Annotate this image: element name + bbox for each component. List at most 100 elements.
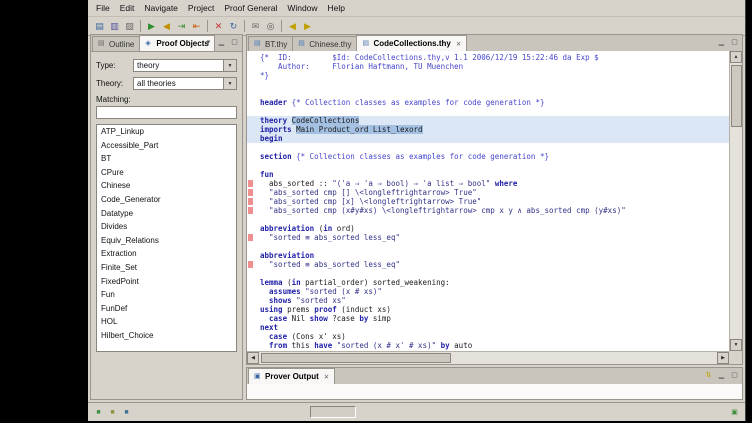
minimize-icon[interactable]: ▁ — [716, 37, 727, 48]
code-line: Author: Florian Haftmann, TU Muenchen — [247, 62, 729, 71]
pin-icon[interactable]: ⇅ — [703, 370, 714, 381]
list-item[interactable]: Hilbert_Choice — [97, 329, 236, 343]
vertical-scrollbar[interactable]: ▲ ▼ — [729, 51, 742, 351]
list-item[interactable]: Datatype — [97, 207, 236, 221]
search-icon[interactable]: ◎ — [263, 19, 278, 33]
scroll-down-icon[interactable]: ▼ — [730, 339, 742, 351]
save-icon[interactable]: ▥ — [107, 19, 122, 33]
maximize-icon[interactable]: ▢ — [729, 37, 740, 48]
code-token — [260, 314, 269, 323]
vertical-scrollbar-thumb[interactable] — [731, 65, 742, 127]
queue-state-icon[interactable]: ■ — [107, 407, 118, 418]
code-token: *} — [260, 71, 269, 80]
tab-label: Proof Objects — [156, 39, 208, 48]
scroll-right-icon[interactable]: ▶ — [717, 352, 729, 364]
tab-outline[interactable]: ▤Outline — [92, 36, 140, 51]
code-line: abs_sorted :: "('a ⇒ 'a ⇒ bool) ⇒ 'a lis… — [247, 179, 729, 188]
code-token — [260, 188, 269, 197]
list-item[interactable]: Finite_Set — [97, 261, 236, 275]
list-item[interactable]: FixedPoint — [97, 275, 236, 289]
gutter — [248, 81, 253, 88]
theory-combo[interactable]: all theories ▼ — [133, 77, 237, 90]
tab-chinese-thy[interactable]: ▤Chinese.thy — [292, 36, 357, 51]
mail-icon[interactable]: ✉ — [248, 19, 263, 33]
forward-icon[interactable]: ▶ — [300, 19, 315, 33]
chevron-down-icon[interactable]: ▼ — [223, 78, 236, 89]
proof-goto-icon[interactable]: ⇥ — [174, 19, 189, 33]
change-marker — [248, 189, 253, 196]
list-item[interactable]: BT — [97, 152, 236, 166]
menu-item-file[interactable]: File — [91, 1, 115, 15]
maximize-icon[interactable]: ▢ — [229, 37, 240, 48]
prover-tabbar: ▣ Prover Output ✕ ⇅▁▢ — [247, 368, 742, 385]
editor-tabs: ▤BT.thy▤Chinese.thy▤CodeCollections.thy✕ — [248, 35, 466, 51]
menu-item-project[interactable]: Project — [183, 1, 219, 15]
list-item[interactable]: Equiv_Relations — [97, 234, 236, 248]
type-combo[interactable]: theory ▼ — [133, 59, 237, 72]
scroll-up-icon[interactable]: ▲ — [730, 51, 742, 63]
view-menu-icon[interactable]: ▾ — [203, 37, 214, 48]
list-item[interactable]: Extraction — [97, 247, 236, 261]
list-item[interactable]: CPure — [97, 166, 236, 180]
restart-icon[interactable]: ↻ — [226, 19, 241, 33]
change-marker — [248, 234, 253, 241]
code-token: abbreviation — [260, 251, 314, 260]
close-icon[interactable]: ✕ — [324, 373, 329, 381]
list-item[interactable]: FunDef — [97, 302, 236, 316]
code-area[interactable]: {* ID: $Id: CodeCollections.thy,v 1.1 20… — [247, 51, 729, 351]
code-token: (Cons x' xs) — [287, 332, 346, 341]
tab-bt-thy[interactable]: ▤BT.thy — [248, 36, 293, 51]
code-token: from — [269, 341, 287, 350]
code-token — [260, 287, 269, 296]
menu-item-proof-general[interactable]: Proof General — [219, 1, 282, 15]
tab-codecollections-thy[interactable]: ▤CodeCollections.thy✕ — [356, 35, 467, 51]
list-item[interactable]: Fun — [97, 288, 236, 302]
heap-status-icon[interactable]: ▣ — [729, 407, 740, 418]
code-line: case Nil show ?case by simp — [247, 314, 729, 323]
editor-tabbar: ▤BT.thy▤Chinese.thy▤CodeCollections.thy✕… — [247, 35, 742, 52]
list-item[interactable]: HOL — [97, 315, 236, 329]
list-item[interactable]: Code_Generator — [97, 193, 236, 207]
sidebar-panel: ▤Outline◈Proof Objects ▾▁▢ Type: theory … — [90, 34, 243, 400]
minimize-icon[interactable]: ▁ — [716, 370, 727, 381]
code-token: case — [269, 332, 287, 341]
tab-prover-output[interactable]: ▣ Prover Output ✕ — [248, 368, 335, 384]
chevron-down-icon[interactable]: ▼ — [223, 60, 236, 71]
proof-next-icon[interactable]: ▶ — [144, 19, 159, 33]
horizontal-scrollbar-thumb[interactable] — [261, 353, 451, 363]
list-item[interactable]: Accessible_Part — [97, 139, 236, 153]
interrupt-icon[interactable]: ✕ — [211, 19, 226, 33]
theory-file-icon: ▤ — [254, 40, 262, 48]
console-icon: ▣ — [254, 373, 262, 381]
proof-undo-icon[interactable]: ◀ — [159, 19, 174, 33]
list-item[interactable]: Chinese — [97, 179, 236, 193]
main-area: ▤Outline◈Proof Objects ▾▁▢ Type: theory … — [88, 34, 745, 402]
minimize-icon[interactable]: ▁ — [216, 37, 227, 48]
code-line: lemma (in partial_order) sorted_weakenin… — [247, 278, 729, 287]
proof-state-icon[interactable]: ■ — [93, 407, 104, 418]
list-item[interactable]: ATP_Linkup — [97, 125, 236, 139]
menu-item-edit[interactable]: Edit — [115, 1, 140, 15]
code-token: in — [323, 224, 332, 233]
proof-retract-icon[interactable]: ⇤ — [189, 19, 204, 33]
menu-item-navigate[interactable]: Navigate — [139, 1, 183, 15]
change-marker — [248, 207, 253, 214]
change-marker — [248, 198, 253, 205]
list-item[interactable]: Divides — [97, 220, 236, 234]
maximize-icon[interactable]: ▢ — [729, 370, 740, 381]
code-token — [260, 260, 269, 269]
menu-item-help[interactable]: Help — [323, 1, 350, 15]
sync-state-icon[interactable]: ■ — [121, 407, 132, 418]
horizontal-scrollbar[interactable]: ◀ ▶ — [247, 351, 729, 364]
matching-input[interactable] — [96, 106, 237, 119]
code-token: fun — [260, 170, 274, 179]
close-icon[interactable]: ✕ — [456, 40, 461, 48]
menu-item-window[interactable]: Window — [282, 1, 322, 15]
new-file-icon[interactable]: ▤ — [92, 19, 107, 33]
theory-list[interactable]: ATP_LinkupAccessible_PartBTCPureChineseC… — [96, 124, 237, 352]
prover-actions: ⇅▁▢ — [703, 370, 740, 381]
code-token: {* Collection classes as examples for co… — [296, 152, 549, 161]
scroll-left-icon[interactable]: ◀ — [247, 352, 259, 364]
back-icon[interactable]: ◀ — [285, 19, 300, 33]
print-icon[interactable]: ▨ — [122, 19, 137, 33]
